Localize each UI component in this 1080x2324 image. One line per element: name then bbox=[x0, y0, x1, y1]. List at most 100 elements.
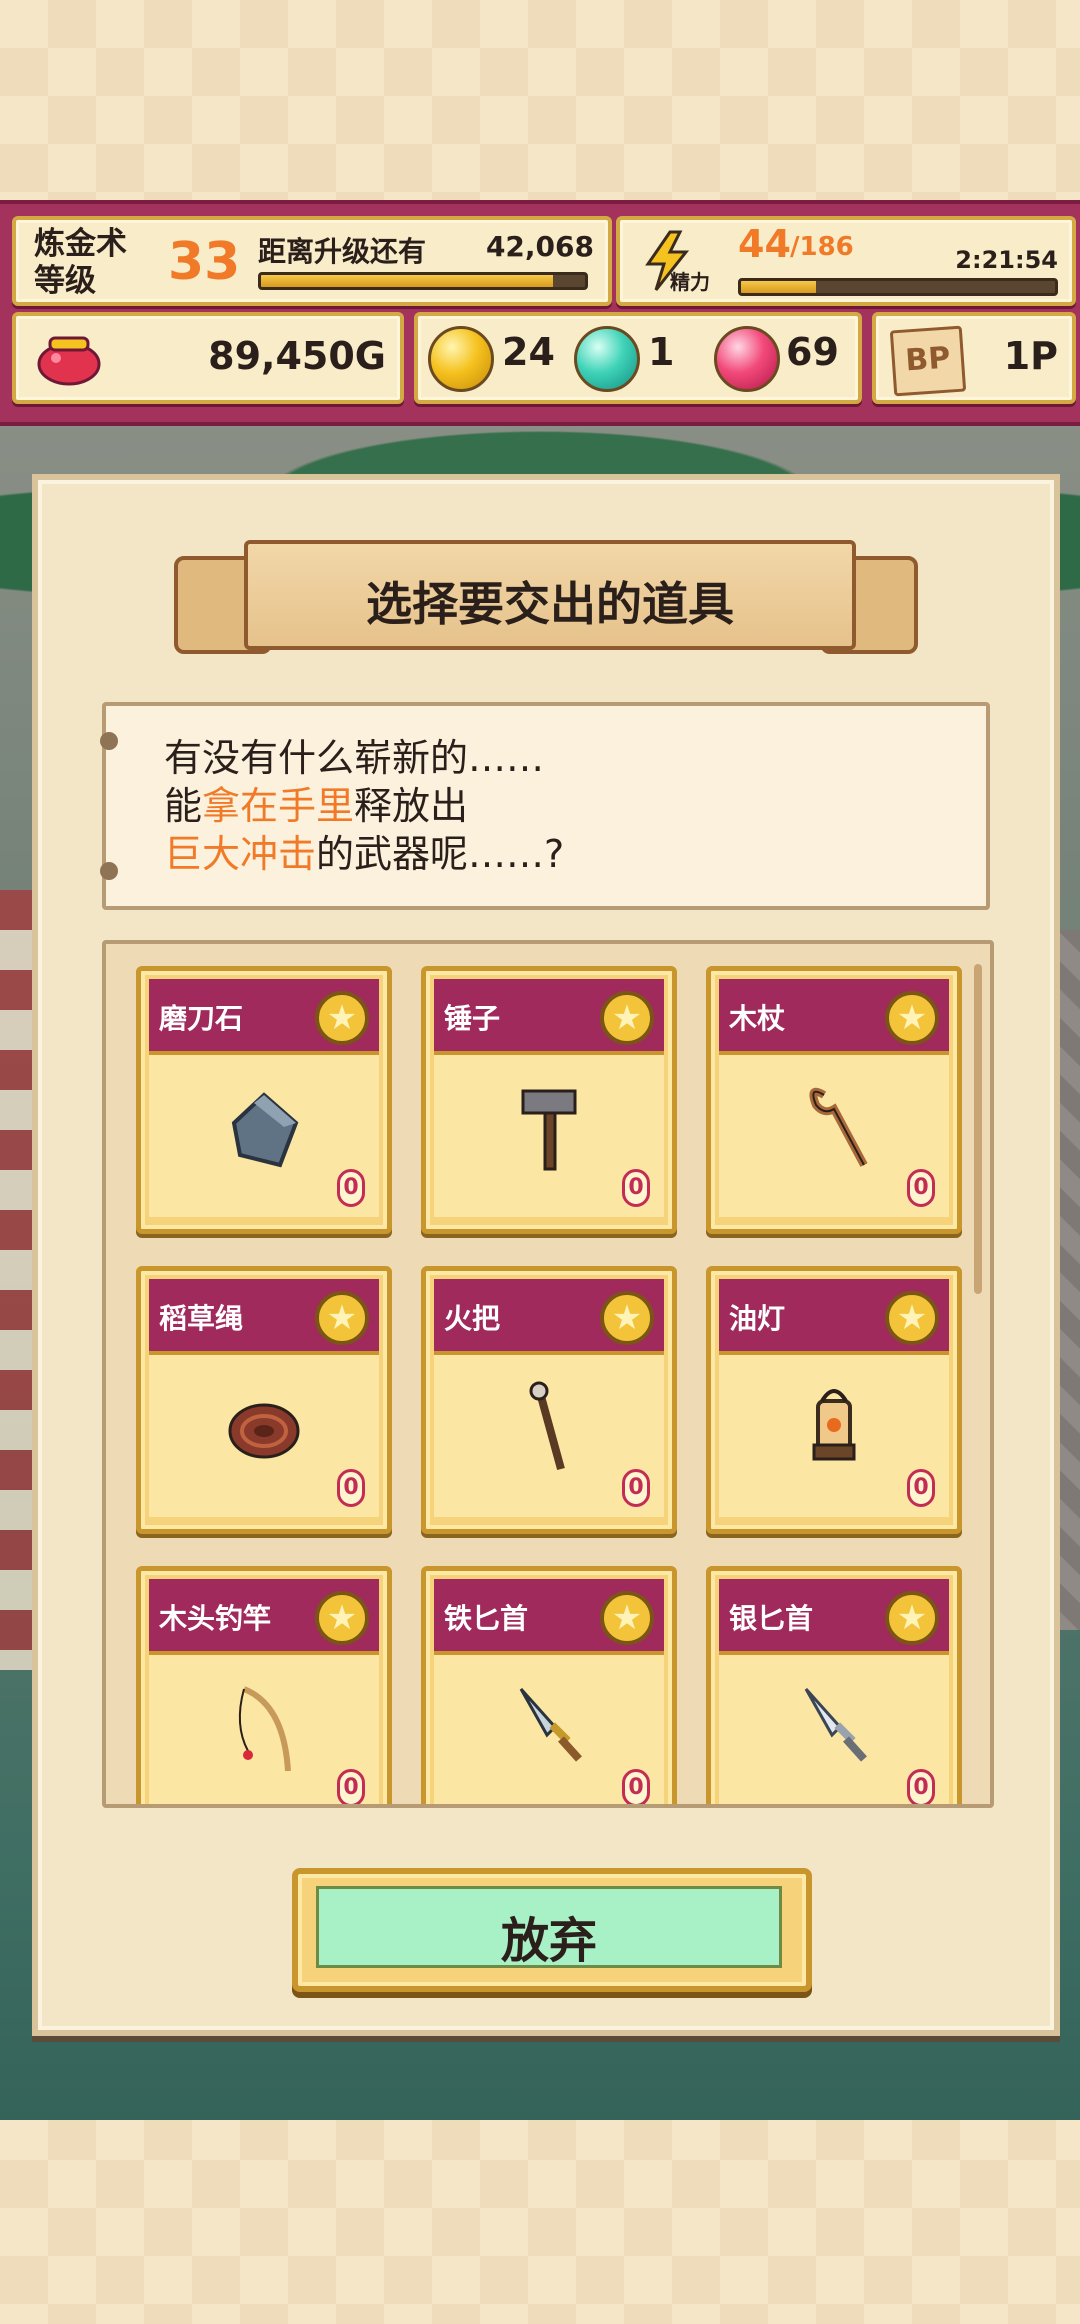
item-card[interactable]: 木杖 ★ 0 bbox=[706, 966, 962, 1234]
dialog-text-plain: 释放出 bbox=[354, 784, 469, 828]
star-icon: ★ bbox=[885, 1291, 939, 1345]
yellow-orb-count: 24 bbox=[502, 330, 555, 374]
star-icon: ★ bbox=[600, 1591, 654, 1645]
star-icon: ★ bbox=[600, 991, 654, 1045]
pink-orb-icon bbox=[714, 326, 780, 392]
item-name: 稻草绳 bbox=[159, 1302, 244, 1335]
cyan-orb-icon bbox=[574, 326, 640, 392]
item-card-body: 0 bbox=[149, 1655, 379, 1804]
dialog-highlight: 拿在手里 bbox=[202, 784, 355, 828]
level-progress-bar bbox=[258, 272, 588, 290]
star-icon: ★ bbox=[315, 1591, 369, 1645]
pink-orb-count: 69 bbox=[786, 330, 839, 374]
select-item-modal: 选择要交出的道具 有没有什么崭新的…… 能拿在手里释放出 巨大冲击的武器呢……?… bbox=[32, 474, 1060, 2036]
item-card-body: 0 bbox=[149, 1355, 379, 1517]
level-label: 炼金术等级 bbox=[34, 226, 127, 299]
iron-dagger-icon bbox=[519, 1687, 582, 1762]
grid-scrollbar[interactable] bbox=[974, 964, 982, 1294]
status-hud: 炼金术等级 33 距离升级还有 42,068 精力 44 /186 2:21:5… bbox=[0, 200, 1080, 426]
item-card-body: 0 bbox=[434, 1055, 664, 1217]
hammer-icon bbox=[521, 1089, 577, 1171]
item-name: 木头钓竿 bbox=[159, 1602, 272, 1635]
energy-progress-bar bbox=[738, 278, 1058, 296]
level-value: 33 bbox=[168, 232, 241, 292]
energy-label: 精力 bbox=[670, 270, 710, 294]
item-name: 银匕首 bbox=[729, 1602, 814, 1635]
star-icon: ★ bbox=[885, 991, 939, 1045]
level-progress-fill bbox=[261, 275, 553, 287]
item-card[interactable]: 银匕首 ★ 0 bbox=[706, 1566, 962, 1804]
alchemy-level-panel[interactable]: 炼金术等级 33 距离升级还有 42,068 bbox=[12, 216, 612, 306]
item-name: 油灯 bbox=[729, 1302, 786, 1335]
item-name: 锤子 bbox=[444, 1002, 501, 1035]
next-level-label: 距离升级还有 bbox=[258, 235, 427, 268]
yellow-orb-icon bbox=[428, 326, 494, 392]
dialog-line-3: 巨大冲击的武器呢……? bbox=[164, 830, 564, 878]
star-icon: ★ bbox=[315, 1291, 369, 1345]
item-card-body: 0 bbox=[719, 1355, 949, 1517]
item-card-body: 0 bbox=[434, 1355, 664, 1517]
energy-panel[interactable]: 精力 44 /186 2:21:54 bbox=[616, 216, 1076, 306]
dialog-text-plain: 的武器呢……? bbox=[316, 832, 565, 876]
item-card[interactable]: 木头钓竿 ★ 0 bbox=[136, 1566, 392, 1804]
nail-icon bbox=[100, 862, 118, 880]
item-card-body: 0 bbox=[719, 1055, 949, 1217]
item-card[interactable]: 油灯 ★ 0 bbox=[706, 1266, 962, 1534]
item-card[interactable]: 铁匕首 ★ 0 bbox=[421, 1566, 677, 1804]
item-count: 0 bbox=[907, 1169, 935, 1207]
star-icon: ★ bbox=[600, 1291, 654, 1345]
oil-lamp-icon bbox=[812, 1389, 856, 1461]
star-icon: ★ bbox=[315, 991, 369, 1045]
item-card-header: 锤子 ★ bbox=[434, 979, 664, 1055]
item-count: 0 bbox=[907, 1469, 935, 1507]
request-text: 有没有什么崭新的…… 能拿在手里释放出 巨大冲击的武器呢……? bbox=[164, 734, 564, 878]
item-card-body: 0 bbox=[719, 1655, 949, 1804]
item-card-header: 油灯 ★ bbox=[719, 1279, 949, 1355]
item-card-header: 银匕首 ★ bbox=[719, 1579, 949, 1655]
item-name: 磨刀石 bbox=[159, 1002, 244, 1035]
dialog-line-2: 能拿在手里释放出 bbox=[164, 782, 564, 830]
request-dialog: 有没有什么崭新的…… 能拿在手里释放出 巨大冲击的武器呢……? bbox=[100, 702, 990, 910]
item-card[interactable]: 稻草绳 ★ 0 bbox=[136, 1266, 392, 1534]
energy-max: /186 bbox=[790, 232, 854, 262]
purse-icon bbox=[37, 336, 101, 386]
give-up-button[interactable]: 放弃 bbox=[292, 1868, 812, 1992]
give-up-label: 放弃 bbox=[500, 1913, 597, 1969]
title-scroll-banner: 选择要交出的道具 bbox=[174, 526, 918, 656]
item-card[interactable]: 锤子 ★ 0 bbox=[421, 966, 677, 1234]
energy-timer: 2:21:54 bbox=[955, 246, 1058, 274]
bp-panel[interactable]: BP 1P bbox=[872, 312, 1076, 404]
dialog-text-plain: 能 bbox=[164, 784, 203, 828]
silver-dagger-icon bbox=[804, 1687, 867, 1762]
cyan-orb-count: 1 bbox=[648, 330, 675, 374]
energy-progress-fill bbox=[741, 281, 817, 293]
item-count: 0 bbox=[337, 1469, 365, 1507]
item-name: 木杖 bbox=[729, 1002, 786, 1035]
item-card-header: 木杖 ★ bbox=[719, 979, 949, 1055]
item-count: 0 bbox=[337, 1169, 365, 1207]
dialog-highlight: 巨大冲击 bbox=[164, 832, 317, 876]
item-card-body: 0 bbox=[434, 1655, 664, 1804]
give-up-button-face: 放弃 bbox=[316, 1886, 782, 1969]
dialog-line-1: 有没有什么崭新的…… bbox=[164, 736, 545, 780]
item-card-header: 铁匕首 ★ bbox=[434, 1579, 664, 1655]
gems-panel[interactable]: 24 1 69 bbox=[414, 312, 862, 404]
item-card-header: 木头钓竿 ★ bbox=[149, 1579, 379, 1655]
bp-ticket-icon: BP bbox=[889, 325, 967, 397]
item-count: 0 bbox=[622, 1769, 650, 1804]
item-card-body: 0 bbox=[149, 1055, 379, 1217]
item-card[interactable]: 火把 ★ 0 bbox=[421, 1266, 677, 1534]
bp-amount: 1P bbox=[1003, 334, 1058, 378]
item-grid[interactable]: 磨刀石 ★ 0 锤子 ★ 0 木杖 ★ 0 稻草绳 ★ 0 火把 ★ 0 油灯 ★ 0 木头钓竿 ★ 0 铁匕首 ★ 0 银匕首… bbox=[102, 940, 994, 1808]
item-count: 0 bbox=[622, 1469, 650, 1507]
item-card-header: 火把 ★ bbox=[434, 1279, 664, 1355]
gold-panel[interactable]: 89,450G bbox=[12, 312, 404, 404]
item-count: 0 bbox=[337, 1769, 365, 1804]
item-count: 0 bbox=[622, 1169, 650, 1207]
gold-amount: 89,450G bbox=[208, 334, 386, 378]
item-card-header: 稻草绳 ★ bbox=[149, 1279, 379, 1355]
item-card[interactable]: 磨刀石 ★ 0 bbox=[136, 966, 392, 1234]
nail-icon bbox=[100, 732, 118, 750]
item-name: 火把 bbox=[444, 1302, 501, 1335]
star-icon: ★ bbox=[885, 1591, 939, 1645]
